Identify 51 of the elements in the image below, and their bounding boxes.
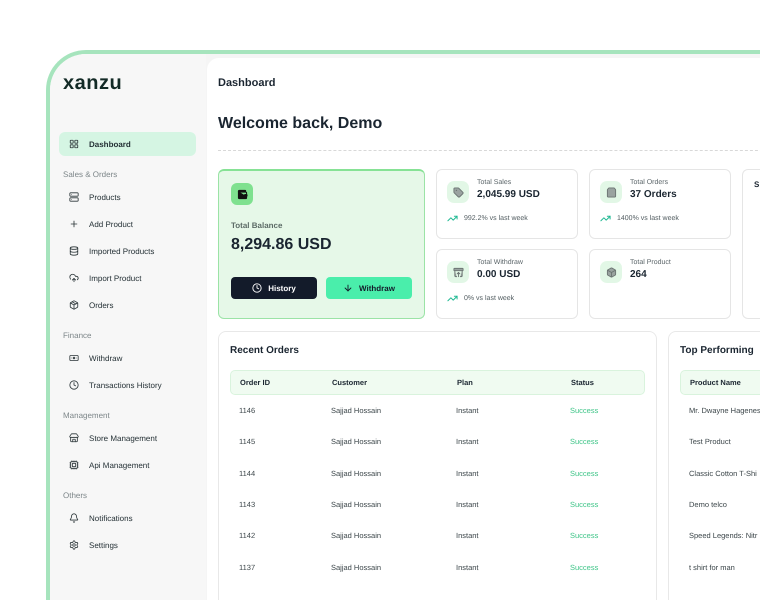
balance-label: Total Balance <box>231 221 282 230</box>
sidebar-item[interactable]: Api Management <box>59 453 196 477</box>
logo: xanzu <box>63 72 124 96</box>
wallet-icon <box>231 183 253 205</box>
action-button[interactable]: Withdraw <box>326 277 412 299</box>
sidebar-item[interactable]: Transactions History <box>59 373 196 397</box>
cloud-upload-icon <box>69 273 79 283</box>
tag-icon <box>447 181 469 203</box>
clock-icon <box>69 380 79 390</box>
server-icon <box>69 192 79 202</box>
package-icon <box>69 300 79 310</box>
action-button[interactable]: History <box>231 277 317 299</box>
store-icon <box>69 433 79 443</box>
sidebar-item[interactable]: Add Product <box>59 212 196 236</box>
stat-value: 264 <box>630 269 648 280</box>
section-title: Others <box>63 490 88 502</box>
database-icon <box>69 246 79 256</box>
card-title: S <box>754 180 760 189</box>
settings-icon <box>69 540 79 550</box>
banknote-icon <box>69 353 79 363</box>
sidebar-item[interactable]: Notifications <box>59 506 196 530</box>
grid-icon <box>69 139 79 149</box>
stat-value: 2,045.99 USD <box>477 189 540 200</box>
sidebar-item[interactable]: Store Management <box>59 426 196 450</box>
sidebar-item[interactable]: Products <box>59 185 196 209</box>
panel-title: Recent Orders <box>230 344 300 358</box>
section-title: Sales & Orders <box>63 169 118 181</box>
clock-icon <box>252 283 262 293</box>
box-icon <box>600 261 622 283</box>
trend-up-icon <box>447 293 458 304</box>
balance-amount: 8,294.86 USD <box>231 236 332 254</box>
bell-icon <box>69 513 79 523</box>
chip-icon <box>69 460 79 470</box>
arrow-down-icon <box>343 283 354 293</box>
sidebar-item[interactable]: Dashboard <box>59 132 196 156</box>
sidebar-item[interactable]: Withdraw <box>59 346 196 370</box>
section-title: Management <box>63 410 111 422</box>
section-title: Finance <box>63 330 92 342</box>
trend-up-icon <box>600 213 611 224</box>
trend-up-icon <box>447 213 458 224</box>
sidebar-item[interactable]: Settings <box>59 533 196 557</box>
page-heading: Welcome back, Demo <box>218 114 382 134</box>
sidebar-item[interactable]: Orders <box>59 293 196 317</box>
breadcrumb: Dashboard <box>218 76 276 90</box>
stat-value: 37 Orders <box>630 189 677 200</box>
sidebar-item[interactable]: Import Product <box>59 266 196 290</box>
archive-icon <box>447 261 469 283</box>
stat-value: 0.00 USD <box>477 269 522 280</box>
sidebar-item[interactable]: Imported Products <box>59 239 196 263</box>
plus-icon <box>69 219 79 229</box>
panel-title: Top Performing <box>680 344 755 358</box>
